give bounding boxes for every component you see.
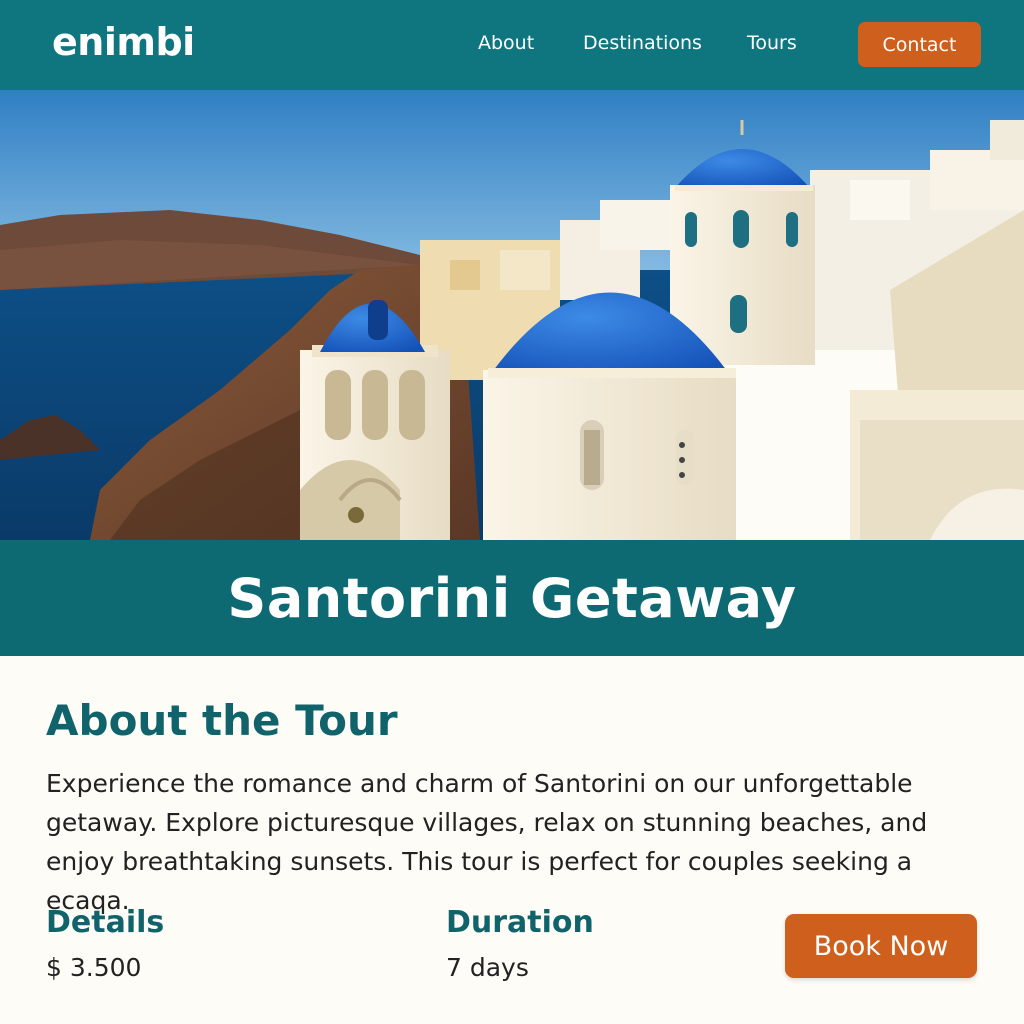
contact-button[interactable]: Contact — [858, 22, 981, 67]
details-label: Details — [46, 905, 165, 940]
top-navbar: enimbi About Destinations Tours Contact — [0, 0, 1024, 90]
nav-link-tours[interactable]: Tours — [747, 32, 797, 54]
duration-value: 7 days — [446, 953, 529, 982]
nav-link-destinations[interactable]: Destinations — [583, 32, 702, 54]
book-now-button[interactable]: Book Now — [785, 914, 977, 978]
santorini-illustration — [0, 90, 1024, 540]
duration-label: Duration — [446, 905, 594, 940]
logo[interactable]: enimbi — [52, 20, 195, 64]
hero-image — [0, 90, 1024, 540]
price-value: $ 3.500 — [46, 953, 142, 982]
about-heading: About the Tour — [46, 696, 398, 745]
tour-description: Experience the romance and charm of Sant… — [46, 769, 928, 915]
page-title: Santorini Getaway — [227, 566, 797, 630]
title-band: Santorini Getaway — [0, 540, 1024, 656]
nav-link-about[interactable]: About — [478, 32, 534, 54]
